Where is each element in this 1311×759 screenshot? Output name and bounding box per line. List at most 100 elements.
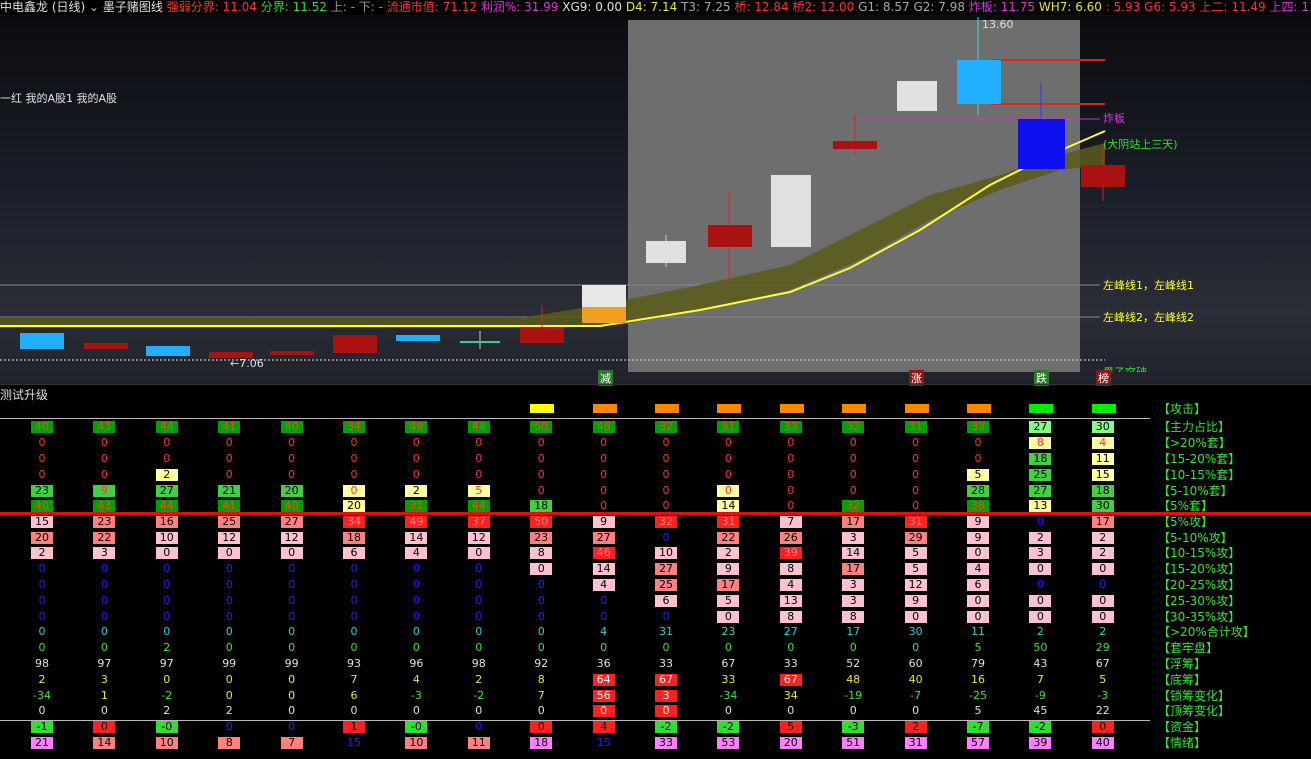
attack-marker xyxy=(717,404,742,413)
table-cell: 0 xyxy=(475,625,483,638)
table-cell: 0 xyxy=(475,610,483,623)
table-cell: 31 xyxy=(659,625,673,638)
table-cell: 0 xyxy=(537,578,545,591)
table-cell: 0 xyxy=(100,704,108,717)
table-cell: 2 xyxy=(225,704,233,717)
row-label: 【主力占比】 xyxy=(1158,420,1231,434)
table-cell: 0 xyxy=(288,436,296,449)
table-cell: 0 xyxy=(974,452,982,465)
table-cell: 34 xyxy=(343,516,365,528)
table-cell: 0 xyxy=(475,704,483,717)
table-cell: 31 xyxy=(904,421,927,433)
table-cell: 0 xyxy=(662,641,670,654)
table-cell: 26 xyxy=(779,532,802,544)
attack-marker xyxy=(779,404,804,413)
table-cell: 8 xyxy=(779,611,802,623)
table-cell: -9 xyxy=(1034,689,1046,702)
table-cell: 0 xyxy=(225,673,233,686)
table-cell: 0 xyxy=(163,578,171,591)
table-cell: 43 xyxy=(93,421,116,433)
table-cell: 0 xyxy=(1029,595,1052,607)
row-label: 【锁筹变化】 xyxy=(1158,689,1231,703)
table-cell: 27 xyxy=(1029,485,1052,497)
table-cell: 0 xyxy=(163,436,171,449)
table-cell: 50 xyxy=(1033,641,1048,654)
table-cell: 40 xyxy=(1091,737,1114,749)
table-cell: 0 xyxy=(412,562,420,575)
table-cell: 1 xyxy=(343,721,365,733)
table-cell: 0 xyxy=(412,625,420,638)
table-cell: 0 xyxy=(537,641,545,654)
table-cell: 9 xyxy=(967,516,989,528)
table-cell: 45 xyxy=(1033,704,1048,717)
table-cell: 0 xyxy=(38,594,46,607)
table-cell: 0 xyxy=(912,484,920,497)
table-cell: 0 xyxy=(100,625,108,638)
table-cell: 7 xyxy=(350,673,358,686)
table-cell: 0 xyxy=(288,641,296,654)
table-cell: 0 xyxy=(537,610,545,623)
table-cell: 0 xyxy=(163,562,171,575)
table-cell: 79 xyxy=(971,657,985,670)
table-cell: 17 xyxy=(842,563,865,575)
table-cell: 0 xyxy=(350,594,358,607)
table-cell: 3 xyxy=(842,595,865,607)
table-cell: 41 xyxy=(218,421,241,433)
table-cell: 0 xyxy=(288,610,296,623)
table-cell: 4 xyxy=(412,673,420,686)
table-cell: 3 xyxy=(842,532,865,544)
table-cell: 0 xyxy=(724,452,732,465)
table-cell: -2 xyxy=(717,721,740,733)
row-label: 【资金】 xyxy=(1158,720,1207,734)
row-label: 【顶筹变化】 xyxy=(1158,704,1231,718)
table-cell: 0 xyxy=(350,704,358,717)
table-cell: 0 xyxy=(225,720,233,733)
table-cell: 3 xyxy=(1029,547,1052,559)
table-cell: 0 xyxy=(412,610,420,623)
table-cell: 67 xyxy=(1095,657,1110,670)
table-cell: 0 xyxy=(1091,721,1114,733)
table-cell: 31 xyxy=(904,737,927,749)
table-cell: 9 xyxy=(904,595,927,607)
table-cell: 9 xyxy=(93,485,116,497)
table-cell: 27 xyxy=(592,532,615,544)
table-cell: 0 xyxy=(475,594,483,607)
table-cell: 8 xyxy=(779,563,802,575)
row-label: 【底筹】 xyxy=(1158,673,1207,687)
attack-marker xyxy=(1091,404,1116,413)
table-cell: 0 xyxy=(912,641,920,654)
table-cell: 33 xyxy=(655,737,677,749)
table-cell: 21 xyxy=(31,737,53,749)
table-cell: 6 xyxy=(655,595,677,607)
table-cell: 1 xyxy=(100,689,108,702)
table-cell: 43 xyxy=(1033,657,1048,670)
table-cell: 5 xyxy=(779,721,802,733)
table-cell: 29 xyxy=(904,532,927,544)
table-cell: 7 xyxy=(779,516,802,528)
table-cell: 99 xyxy=(284,657,299,670)
table-cell: 0 xyxy=(288,578,296,591)
table-cell: 5 xyxy=(1099,673,1107,686)
table-cell: 30 xyxy=(1091,421,1114,433)
table-cell: 17 xyxy=(846,625,861,638)
row-label: 【套牢盘】 xyxy=(1158,641,1219,655)
table-cell: 31 xyxy=(717,421,740,433)
table-cell: 0 xyxy=(100,452,108,465)
table-cell: 2 xyxy=(1091,547,1114,559)
table-cell: 44 xyxy=(155,500,178,512)
table-cell: 20 xyxy=(343,500,365,512)
table-cell: 98 xyxy=(35,657,49,670)
table-cell: 41 xyxy=(218,500,241,512)
row-label: 【>20%合计攻】 xyxy=(1158,625,1255,639)
table-cell: 0 xyxy=(93,721,116,733)
table-cell: 25 xyxy=(655,579,677,591)
table-cell: 0 xyxy=(724,436,732,449)
table-cell: 30 xyxy=(908,625,923,638)
table-cell: 31 xyxy=(405,500,428,512)
table-cell: 10 xyxy=(155,532,178,544)
table-cell: 2 xyxy=(163,704,171,717)
table-cell: 0 xyxy=(600,484,608,497)
table-cell: 0 xyxy=(225,468,233,481)
table-cell: 9 xyxy=(967,532,989,544)
table-cell: 31 xyxy=(904,516,927,528)
